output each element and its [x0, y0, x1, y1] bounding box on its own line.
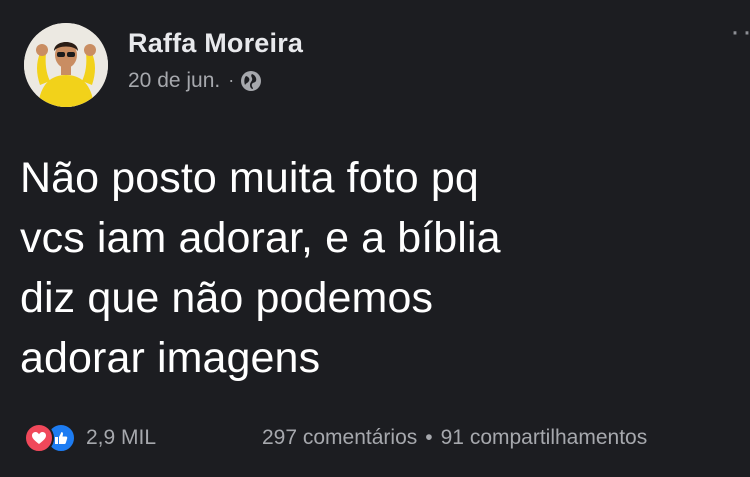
- post-text: Não posto muita foto pq vcs iam adorar, …: [20, 154, 501, 382]
- post-subline: 20 de jun. ·: [128, 69, 303, 93]
- reactions-summary[interactable]: 2,9 MIL: [24, 423, 156, 453]
- post-stats: 297 comentários • 91 compartilhamentos: [262, 426, 647, 450]
- post-header: Raffa Moreira 20 de jun. ·: [24, 22, 303, 108]
- stats-separator: •: [425, 426, 433, 449]
- post-date[interactable]: 20 de jun.: [128, 69, 220, 93]
- facebook-post: Raffa Moreira 20 de jun. · ·· Não posto …: [0, 0, 750, 477]
- globe-icon: [240, 70, 262, 92]
- avatar[interactable]: [24, 23, 108, 107]
- avatar-image: [24, 23, 108, 107]
- reaction-count: 2,9 MIL: [86, 426, 157, 449]
- post-meta: Raffa Moreira 20 de jun. ·: [128, 28, 303, 93]
- meta-separator: ·: [228, 70, 235, 90]
- more-options-button[interactable]: ··: [730, 17, 750, 47]
- post-footer: 2,9 MIL 297 comentários • 91 compartilha…: [24, 420, 750, 456]
- shares-count[interactable]: 91 compartilhamentos: [441, 426, 648, 450]
- author-name[interactable]: Raffa Moreira: [128, 28, 303, 59]
- love-icon: [24, 423, 54, 453]
- comments-count[interactable]: 297 comentários: [262, 426, 417, 450]
